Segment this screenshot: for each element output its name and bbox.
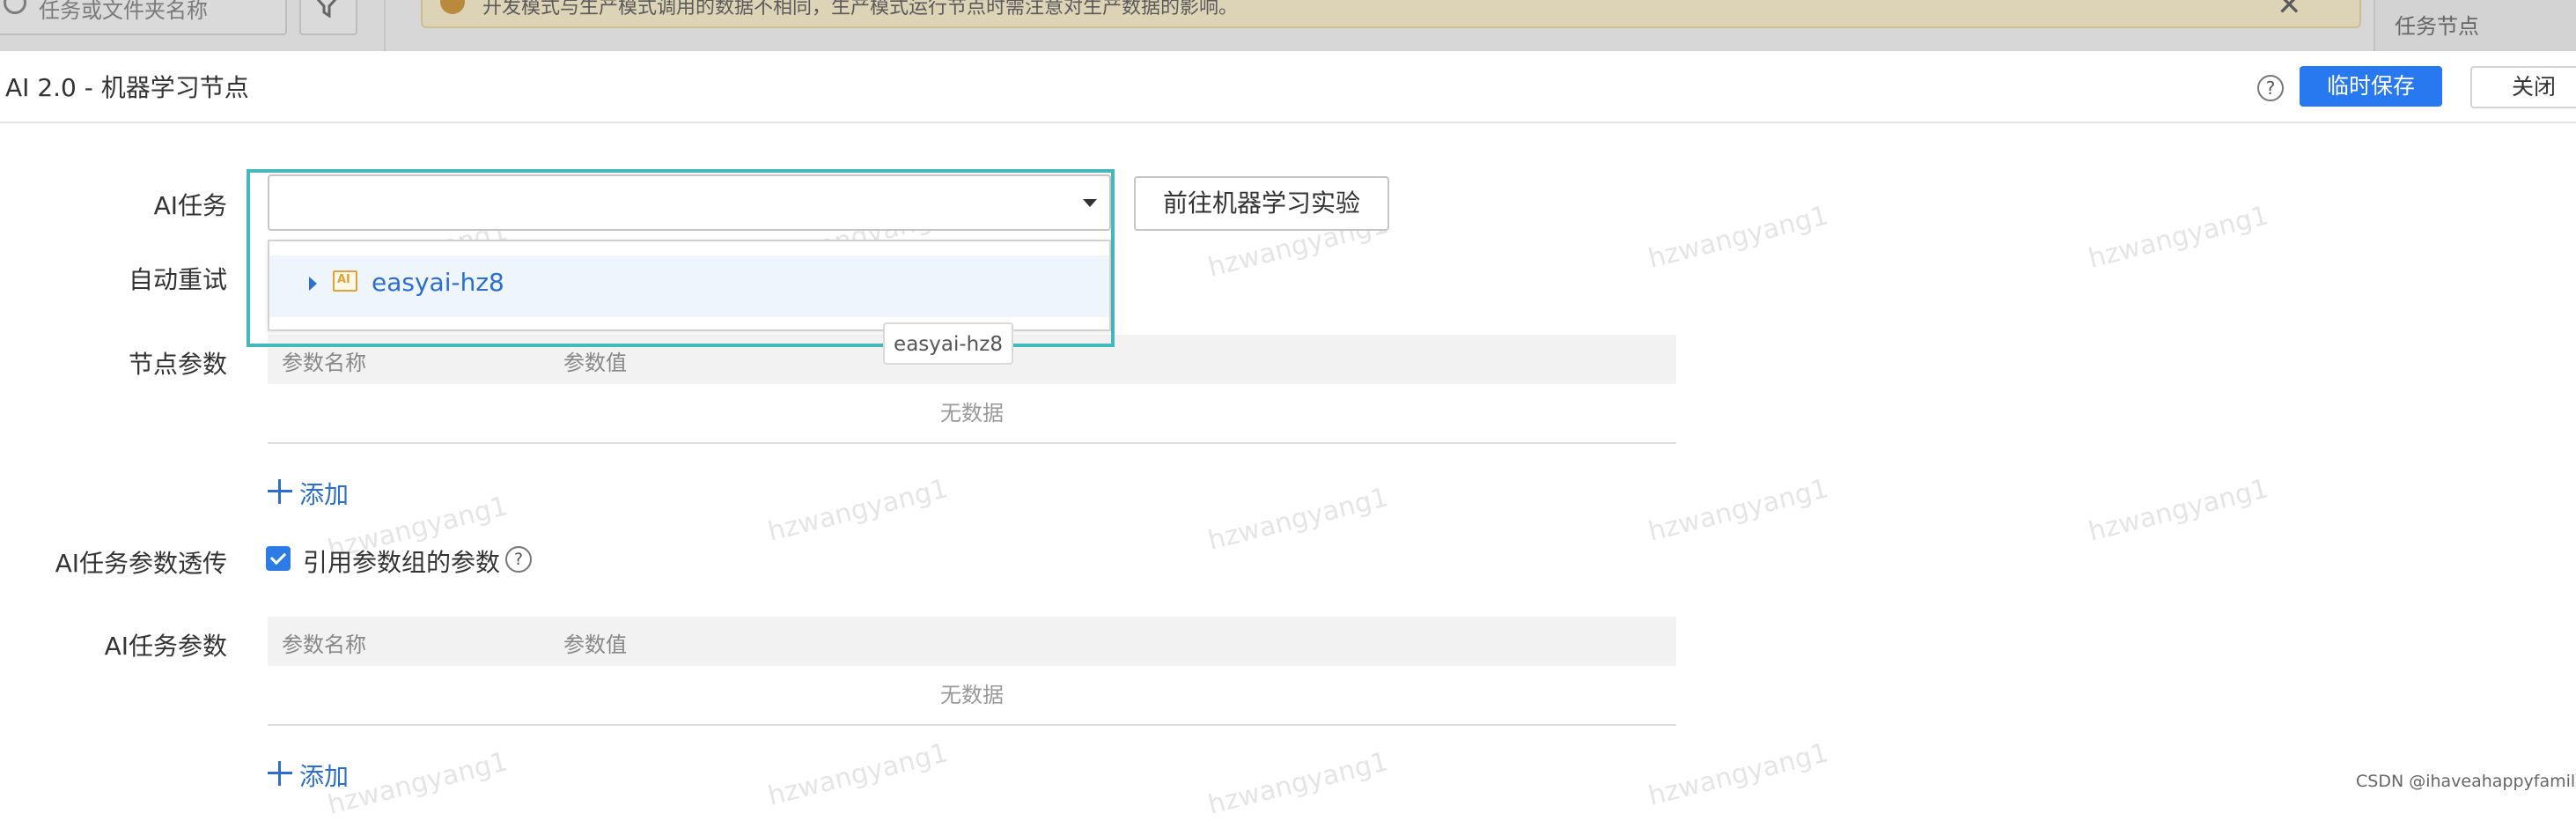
help-icon[interactable]: ?	[505, 546, 532, 573]
node-params-empty: 无数据	[268, 384, 1676, 444]
watermark: hzwangyang1	[1645, 200, 1832, 275]
passthrough-label: AI任务参数透传	[55, 549, 227, 578]
reference-param-group-checkbox[interactable]	[266, 546, 291, 571]
modal-title: AI 2.0 - 机器学习节点	[5, 73, 249, 102]
auto-retry-label: 自动重试	[128, 265, 227, 294]
checkbox-label[interactable]: 引用参数组的参数	[303, 544, 500, 579]
plus-icon[interactable]	[268, 479, 292, 504]
watermark: hzwangyang1	[1204, 482, 1392, 557]
watermark: hzwangyang1	[764, 737, 952, 812]
ai-folder-icon-text: AI	[337, 273, 350, 286]
node-params-col-name: 参数名称	[282, 351, 366, 375]
backdrop-divider	[384, 0, 386, 51]
watermark: hzwangyang1	[1645, 473, 1832, 548]
backdrop-search-placeholder: 任务或文件夹名称	[39, 0, 208, 23]
watermark: hzwangyang1	[1645, 737, 1832, 812]
node-params-add-link[interactable]: 添加	[299, 476, 349, 511]
backdrop-right-panel-label: 任务节点	[2395, 14, 2479, 39]
backdrop-alert-text: 开发模式与生产模式调用的数据不相同，生产模式运行节点时需注意对生产数据的影响。	[482, 0, 1239, 18]
caret-down-icon[interactable]	[1083, 199, 1097, 207]
modal-header	[0, 51, 2576, 123]
close-button[interactable]: 关闭	[2470, 66, 2576, 108]
ai-params-label: AI任务参数	[104, 632, 227, 661]
ai-task-label: AI任务	[153, 191, 227, 220]
ai-params-table-header	[268, 617, 1676, 666]
watermark: hzwangyang1	[324, 746, 512, 821]
watermark: hzwangyang1	[2085, 473, 2272, 548]
dropdown-tree-item-label[interactable]: easyai-hz8	[372, 268, 504, 297]
plus-icon[interactable]	[268, 761, 292, 786]
caret-right-icon[interactable]	[309, 277, 317, 291]
watermark: hzwangyang1	[1204, 746, 1392, 821]
tree-item-tooltip: easyai-hz8	[883, 322, 1013, 365]
ai-params-col-name: 参数名称	[282, 632, 366, 657]
watermark: hzwangyang1	[2085, 200, 2272, 275]
ai-params-col-value: 参数值	[563, 632, 627, 657]
node-params-col-value: 参数值	[563, 351, 627, 375]
ai-params-empty: 无数据	[268, 666, 1676, 726]
filter-icon	[316, 0, 337, 18]
credit-text: CSDN @ihaveahappyfamily	[2356, 772, 2576, 791]
goto-ml-experiment-button[interactable]: 前往机器学习实验	[1134, 176, 1389, 231]
ai-task-select[interactable]	[268, 174, 1111, 231]
ai-params-add-link[interactable]: 添加	[299, 758, 349, 793]
node-params-label: 节点参数	[128, 350, 227, 379]
close-icon: ✕	[2277, 0, 2302, 23]
watermark: hzwangyang1	[764, 473, 952, 548]
help-icon[interactable]: ?	[2257, 75, 2284, 101]
temp-save-button[interactable]: 临时保存	[2300, 66, 2442, 107]
